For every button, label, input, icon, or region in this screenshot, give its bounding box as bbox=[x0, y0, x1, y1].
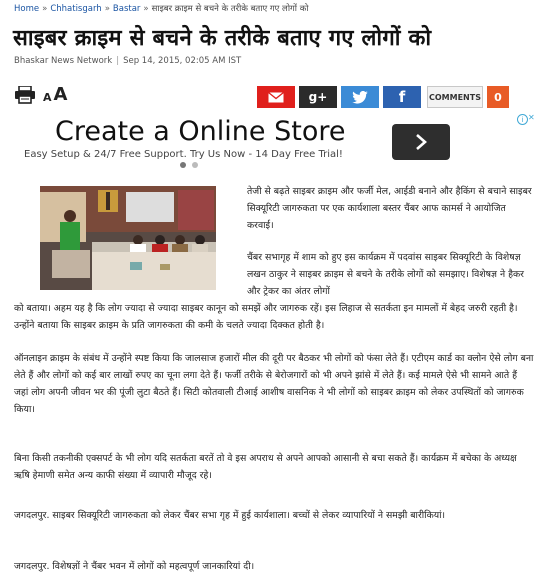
breadcrumb: Home» Chhatisgarh» Bastar» साइबर क्राइम से … bbox=[14, 4, 309, 14]
article-photo bbox=[40, 186, 216, 290]
article-paragraph: चैंबर सभागृह में शाम को हुए इस कार्यक्रम… bbox=[247, 252, 524, 297]
twitter-icon bbox=[352, 90, 368, 104]
ad-close-icon[interactable]: ✕ bbox=[528, 113, 535, 123]
article-paragraph: बिना किसी तकनीकी एक्सपर्ट के भी लोग यदि … bbox=[14, 453, 517, 481]
carousel-dot[interactable] bbox=[192, 162, 198, 168]
page-title: साइबर क्राइम से बचने के तरीके बताए गए लो… bbox=[13, 26, 432, 51]
article-source: Bhaskar News Network bbox=[14, 56, 113, 66]
chevron-right-icon bbox=[416, 134, 427, 150]
facebook-share-button[interactable]: f bbox=[383, 86, 421, 108]
ad-subtitle[interactable]: Easy Setup & 24/7 Free Support. Try Us N… bbox=[24, 149, 343, 160]
breadcrumb-home-link[interactable]: Home bbox=[14, 4, 39, 14]
breadcrumb-state-link[interactable]: Chhatisgarh bbox=[50, 4, 101, 14]
font-decrease-button[interactable]: A bbox=[43, 91, 52, 104]
comments-count-badge[interactable]: 0 bbox=[487, 86, 509, 108]
print-icon[interactable] bbox=[14, 86, 36, 104]
breadcrumb-current: साइबर क्राइम से बचने के तरीके बताए गए लो… bbox=[151, 4, 309, 14]
article-date: Sep 14, 2015, 02:05 AM IST bbox=[123, 56, 242, 66]
comments-button[interactable]: COMMENTS bbox=[427, 86, 483, 108]
carousel-dot-active[interactable] bbox=[180, 162, 186, 168]
share-bar: g+ f COMMENTS 0 bbox=[257, 86, 509, 108]
ad-carousel-dots bbox=[180, 162, 198, 168]
photo-caption: जगदलपुर. साइबर सिक्यूरिटी जागरुकता को ले… bbox=[14, 510, 446, 521]
ad-info-icon[interactable]: i bbox=[517, 114, 528, 125]
ad-open-button[interactable] bbox=[392, 124, 450, 160]
facebook-icon: f bbox=[398, 88, 406, 106]
article-paragraph: ऑनलाइन क्राइम के संबंध में उन्होंने स्पष… bbox=[14, 353, 534, 415]
twitter-share-button[interactable] bbox=[341, 86, 379, 108]
article-paragraph: को बताया। अहम यह है कि लोग ज्यादा से ज्य… bbox=[14, 303, 518, 331]
article-meta: Bhaskar News Network | Sep 14, 2015, 02:05… bbox=[14, 56, 242, 66]
event-photo-illustration bbox=[40, 186, 216, 290]
gplus-icon: g+ bbox=[308, 90, 328, 104]
email-share-button[interactable] bbox=[257, 86, 295, 108]
gplus-share-button[interactable]: g+ bbox=[299, 86, 337, 108]
breadcrumb-city-link[interactable]: Bastar bbox=[113, 4, 141, 14]
photo-caption: जगदलपुर. विशेषज्ञों ने चैंबर भवन में लोग… bbox=[14, 561, 255, 572]
ad-title[interactable]: Create a Online Store bbox=[55, 116, 345, 147]
article-tools: A A bbox=[14, 86, 67, 104]
mail-icon bbox=[268, 91, 284, 102]
font-increase-button[interactable]: A bbox=[54, 86, 68, 104]
article-paragraph: तेजी से बढ़ते साइबर क्राइम और फर्जी मेल,… bbox=[247, 186, 532, 231]
ad-banner[interactable]: Create a Online Store Easy Setup & 24/7 … bbox=[0, 112, 535, 177]
